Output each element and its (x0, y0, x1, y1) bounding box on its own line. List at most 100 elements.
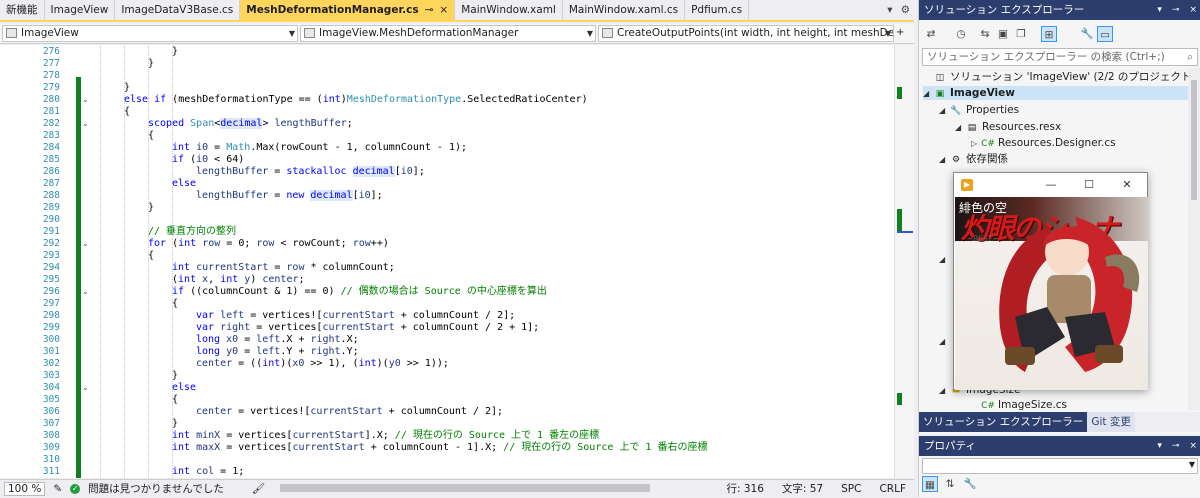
tree-expander[interactable]: ◢ (939, 334, 949, 348)
expanded-icon[interactable]: ◢ (939, 153, 949, 167)
fold-toggle-icon[interactable]: ⌄ (82, 240, 90, 248)
tree-item-properties[interactable]: ◢ 🔧 Properties (939, 103, 1019, 117)
line-number-gutter: 276 277 278 279 280 281 282 283 284 285 286 287 288 2… (0, 45, 64, 478)
categorized-icon[interactable]: ▦ (922, 476, 938, 492)
expanded-icon[interactable]: ◢ (923, 87, 933, 101)
line-number: 306 (42, 406, 60, 417)
code-line: { (124, 106, 131, 117)
tab-meshdeformationmanager[interactable]: MeshDeformationManager.cs ⊸ × (240, 0, 456, 20)
document-tab-bar: 新機能 ImageView ImageDataV3Base.cs MeshDef… (0, 0, 914, 22)
properties-panel: プロパティ ▾ ⊸ × ▼ ▦ ⇅ 🔧 (918, 436, 1200, 497)
switch-views-icon[interactable]: ⇄ (923, 26, 939, 42)
expanded-icon[interactable]: ◢ (939, 104, 949, 118)
line-number: 309 (42, 442, 60, 453)
tab-dropdown-icon[interactable]: ▾ (887, 0, 892, 20)
intellicode-icon[interactable]: ✎ (53, 483, 62, 495)
tree-item-solution[interactable]: ◫ ソリューション 'ImageView' (2/2 のプロジェクト) (923, 70, 1196, 84)
pin-icon[interactable]: ⊸ (1172, 436, 1180, 456)
line-number: 308 (42, 430, 60, 441)
tab-mainwindow-xaml-cs[interactable]: MainWindow.xaml.cs (563, 0, 686, 20)
filter-icon[interactable]: ⊞ (1041, 26, 1057, 42)
tab-imageview[interactable]: ImageView (45, 0, 116, 20)
tab-pdfium[interactable]: Pdfium.cs (685, 0, 750, 20)
split-editor-icon[interactable]: + (896, 27, 904, 38)
column-indicator[interactable]: 文字: 57 (782, 480, 823, 498)
line-number: 310 (42, 454, 60, 465)
solution-panel-tabs: ソリューション エクスプローラー Git 変更 (919, 412, 1200, 432)
code-line: lengthBuffer = new decimal[i0]; (196, 190, 383, 201)
tab-imagedatav3base[interactable]: ImageDataV3Base.cs (115, 0, 241, 20)
status-bar: 100 % ✎ ✓ 問題は見つかりませんでした 🖌 行: 316 文字: 57 … (0, 479, 914, 497)
chevron-down-icon[interactable]: ▾ (1157, 0, 1162, 20)
show-all-files-icon[interactable]: ❐ (1013, 26, 1029, 42)
properties-wrench-icon[interactable]: 🔧 (1079, 26, 1095, 42)
tree-item-project[interactable]: ◢ ▣ ImageView (923, 86, 1189, 100)
close-icon[interactable]: ✕ (1118, 177, 1136, 193)
issues-text[interactable]: 問題は見つかりませんでした (88, 481, 224, 496)
class-combo[interactable]: ImageView.MeshDeformationManager ▼ (300, 25, 596, 42)
brush-icon[interactable]: 🖌 (252, 482, 265, 495)
code-line: (int x, int y) center; (172, 274, 305, 285)
project-combo[interactable]: ImageView ▼ (2, 25, 298, 42)
check-icon: ✓ (70, 483, 81, 494)
tab-mainwindow-xaml[interactable]: MainWindow.xaml (455, 0, 563, 20)
editor-vertical-scrollbar[interactable] (894, 45, 914, 478)
code-line: else if (meshDeformationType == (int)Mes… (124, 94, 588, 105)
minimize-icon[interactable]: — (1042, 177, 1060, 193)
settings-icon[interactable]: ⚙ (901, 0, 910, 20)
fold-toggle-icon[interactable]: ⌄ (82, 288, 90, 296)
fold-toggle-icon[interactable]: ⌄ (82, 120, 90, 128)
code-line: } (148, 58, 155, 69)
collapse-all-icon[interactable]: ▣ (995, 26, 1011, 42)
property-pages-icon[interactable]: 🔧 (962, 476, 978, 492)
pin-icon[interactable]: ⊸ (1172, 0, 1180, 20)
code-line: int minX = vertices[currentStart].X; // … (172, 430, 600, 441)
solution-scrollbar[interactable] (1188, 68, 1200, 410)
member-combo-value: CreateOutputPoints(int width, int height… (617, 27, 894, 39)
tree-item-resources-resx[interactable]: ◢ ▤ Resources.resx (955, 120, 1061, 134)
line-indicator[interactable]: 行: 316 (726, 480, 763, 498)
whitespace-indicator[interactable]: SPC (841, 480, 861, 498)
solution-explorer-title: ソリューション エクスプローラー ▾ ⊸ × (919, 0, 1200, 20)
expanded-icon[interactable]: ◢ (955, 121, 965, 135)
collapsed-icon[interactable]: ▷ (971, 137, 981, 151)
tree-item-dependencies[interactable]: ◢ ⚙ 依存関係 (939, 152, 1008, 166)
sync-icon[interactable]: ⇆ (977, 26, 993, 42)
solution-icon: ◫ (935, 73, 945, 83)
close-icon[interactable]: × (1189, 436, 1197, 456)
tab-solution-explorer[interactable]: ソリューション エクスプローラー (919, 412, 1088, 432)
image-viewer-titlebar[interactable]: ▶ — ☐ ✕ (954, 173, 1147, 197)
fold-toggle-icon[interactable]: ⌄ (82, 384, 90, 392)
tree-item-resources-designer[interactable]: ▷ C# Resources.Designer.cs (971, 136, 1116, 150)
history-icon[interactable]: ◷ (953, 26, 969, 42)
code-line: int maxX = vertices[currentStart + colum… (172, 442, 708, 453)
code-line: // 垂直方向の整列 (148, 226, 237, 237)
member-combo[interactable]: CreateOutputPoints(int width, int height… (598, 25, 894, 42)
line-number: 285 (42, 154, 60, 165)
scroll-position-marker (897, 231, 913, 233)
preview-icon[interactable]: ▭ (1097, 26, 1113, 42)
tab-git-changes[interactable]: Git 変更 (1087, 412, 1135, 432)
zoom-level[interactable]: 100 % (4, 481, 46, 496)
pin-icon[interactable]: ⊸ (425, 4, 434, 16)
editor-horizontal-scrollbar[interactable] (280, 484, 650, 492)
tree-expander[interactable]: ◢ (939, 252, 949, 266)
fold-toggle-icon[interactable]: ⌄ (82, 96, 90, 104)
alphabetical-icon[interactable]: ⇅ (942, 476, 958, 492)
code-line: } (124, 82, 131, 93)
tree-item-imagesize-cs[interactable]: C# ImageSize.cs (971, 398, 1067, 412)
properties-object-combo[interactable]: ▼ (922, 458, 1198, 474)
anime-illustration (999, 217, 1140, 372)
close-icon[interactable]: × (1189, 0, 1197, 20)
maximize-icon[interactable]: ☐ (1080, 177, 1098, 193)
code-line: { (172, 298, 179, 309)
code-line: } (172, 418, 179, 429)
image-viewer-window[interactable]: ▶ — ☐ ✕ 緋色の空 灼眼のシャナ ~BEST~ (953, 172, 1148, 390)
solution-search-input[interactable]: ソリューション エクスプローラー の検索 (Ctrl+;) ⌕ (922, 48, 1198, 66)
expanded-icon[interactable]: ◢ (939, 384, 949, 398)
code-editor[interactable]: 276 277 278 279 280 281 282 283 284 285 286 287 288 2… (0, 45, 900, 478)
line-ending-indicator[interactable]: CRLF (879, 480, 906, 498)
close-icon[interactable]: × (439, 4, 448, 16)
tab-new-features[interactable]: 新機能 (0, 0, 45, 20)
chevron-down-icon[interactable]: ▾ (1157, 436, 1162, 456)
